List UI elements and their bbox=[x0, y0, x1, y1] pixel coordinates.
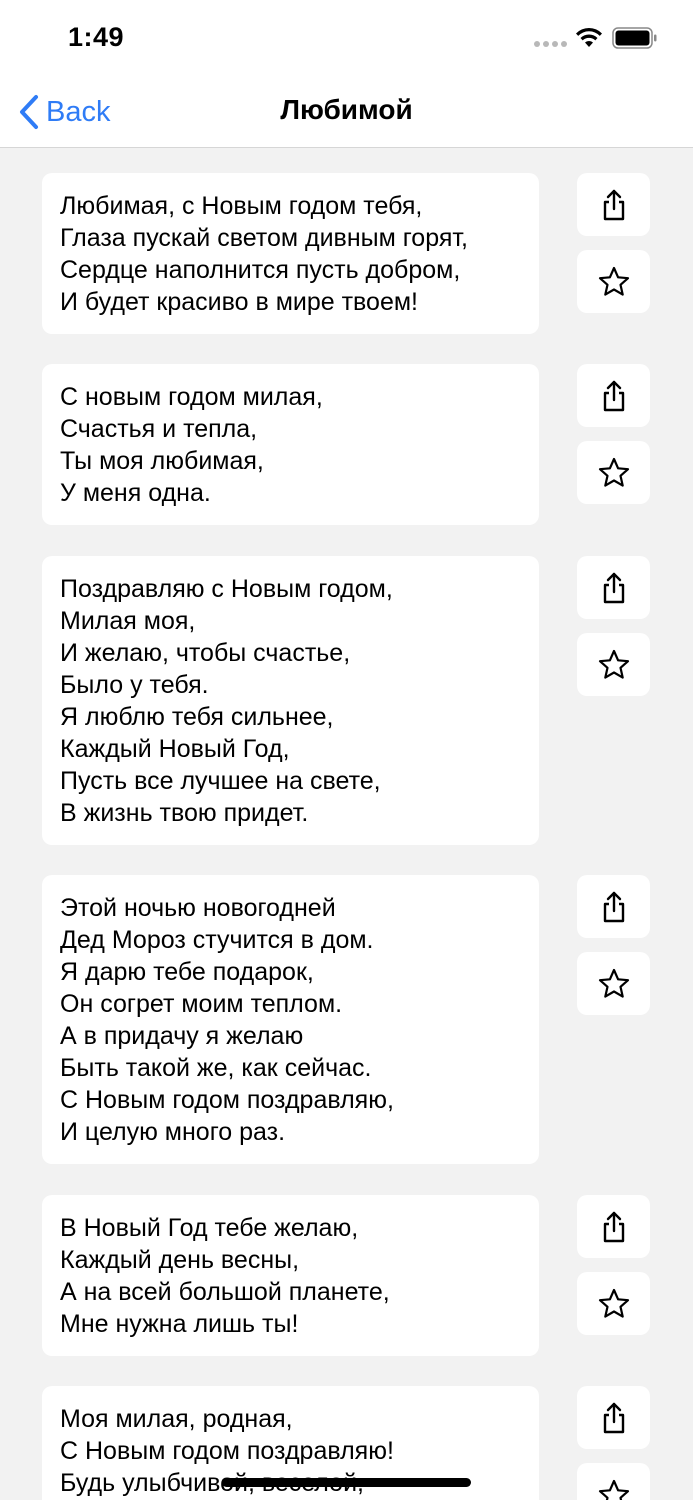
poem-line: Каждый Новый Год, bbox=[60, 735, 290, 763]
share-icon bbox=[599, 188, 629, 222]
share-icon bbox=[599, 1401, 629, 1435]
share-button[interactable] bbox=[577, 1195, 650, 1258]
poem-card[interactable]: С новым годом милая, Счастья и тепла, Ты м… bbox=[42, 364, 539, 525]
poem-line: В жизнь твою придет. bbox=[60, 799, 309, 827]
poem-line: В Новый Год тебе желаю, bbox=[60, 1214, 359, 1242]
star-icon bbox=[597, 967, 631, 1001]
poem-line: А на всей большой планете, bbox=[60, 1278, 390, 1306]
share-icon bbox=[599, 379, 629, 413]
page-title: Любимой bbox=[280, 94, 413, 125]
favorite-button[interactable] bbox=[577, 1463, 650, 1500]
home-indicator bbox=[222, 1478, 471, 1487]
share-icon bbox=[599, 890, 629, 924]
star-icon bbox=[597, 1478, 631, 1500]
share-icon bbox=[599, 571, 629, 605]
poem-card[interactable]: Этой ночью новогодней Дед Мороз стучится … bbox=[42, 875, 539, 1164]
poem-line: И будет красиво в мире твоем! bbox=[60, 288, 418, 316]
poem-line: Поздравляю с Новым годом, bbox=[60, 575, 393, 603]
navigation-bar: Back Любимой bbox=[0, 76, 693, 148]
poem-line: Глаза пускай светом дивным горят, bbox=[60, 224, 468, 252]
share-button[interactable] bbox=[577, 875, 650, 938]
poem-line: Моя милая, родная, bbox=[60, 1405, 293, 1433]
favorite-button[interactable] bbox=[577, 441, 650, 504]
poem-line: Дед Мороз стучится в дом. bbox=[60, 926, 374, 954]
poem-card[interactable]: Любимая, с Новым годом тебя, Глаза пускай… bbox=[42, 173, 539, 334]
poem-line: Сердце наполнится пусть добром, bbox=[60, 256, 461, 284]
share-icon bbox=[599, 1210, 629, 1244]
poem-line: Счастья и тепла, bbox=[60, 415, 258, 443]
status-time: 1:49 bbox=[68, 22, 125, 52]
star-icon bbox=[597, 648, 631, 682]
status-bar: 1:49 bbox=[0, 0, 693, 76]
share-button[interactable] bbox=[577, 1386, 650, 1449]
share-button[interactable] bbox=[577, 556, 650, 619]
share-button[interactable] bbox=[577, 173, 650, 236]
poem-card[interactable]: В Новый Год тебе желаю, Каждый день весны… bbox=[42, 1195, 539, 1356]
poem-line: Быть такой же, как сейчас. bbox=[60, 1054, 372, 1082]
poem-line: Каждый день весны, bbox=[60, 1246, 300, 1274]
favorite-button[interactable] bbox=[577, 633, 650, 696]
star-icon bbox=[597, 265, 631, 299]
poem-line: А в придачу я желаю bbox=[60, 1022, 304, 1050]
poem-line: И целую много раз. bbox=[60, 1118, 286, 1146]
share-button[interactable] bbox=[577, 364, 650, 427]
poem-line: С Новым годом поздравляю, bbox=[60, 1086, 394, 1114]
star-icon bbox=[597, 456, 631, 490]
star-icon bbox=[597, 1287, 631, 1321]
poem-line: Этой ночью новогодней bbox=[60, 894, 336, 922]
poem-line: У меня одна. bbox=[60, 479, 211, 507]
cellular-signal-icon bbox=[534, 41, 567, 47]
poem-line: Он согрет моим теплом. bbox=[60, 990, 343, 1018]
battery-icon bbox=[612, 27, 657, 49]
poem-line: Пусть все лучшее на свете, bbox=[60, 767, 381, 795]
poem-line: Любимая, с Новым годом тебя, bbox=[60, 192, 423, 220]
poem-line: Я дарю тебе подарок, bbox=[60, 958, 314, 986]
wifi-icon bbox=[576, 27, 602, 47]
poem-line: Ты моя любимая, bbox=[60, 447, 264, 475]
poem-card[interactable]: Поздравляю с Новым годом, Милая моя, И жел… bbox=[42, 556, 539, 845]
poem-line: С Новым годом поздравляю! bbox=[60, 1437, 394, 1465]
poem-line: Было у тебя. bbox=[60, 671, 209, 699]
poem-line: Я люблю тебя сильнее, bbox=[60, 703, 334, 731]
poem-line: С новым годом милая, bbox=[60, 383, 323, 411]
poem-line: Мне нужна лишь ты! bbox=[60, 1310, 299, 1338]
favorite-button[interactable] bbox=[577, 1272, 650, 1335]
poem-line: И желаю, чтобы счастье, bbox=[60, 639, 351, 667]
favorite-button[interactable] bbox=[577, 952, 650, 1015]
poem-line: Милая моя, bbox=[60, 607, 196, 635]
favorite-button[interactable] bbox=[577, 250, 650, 313]
